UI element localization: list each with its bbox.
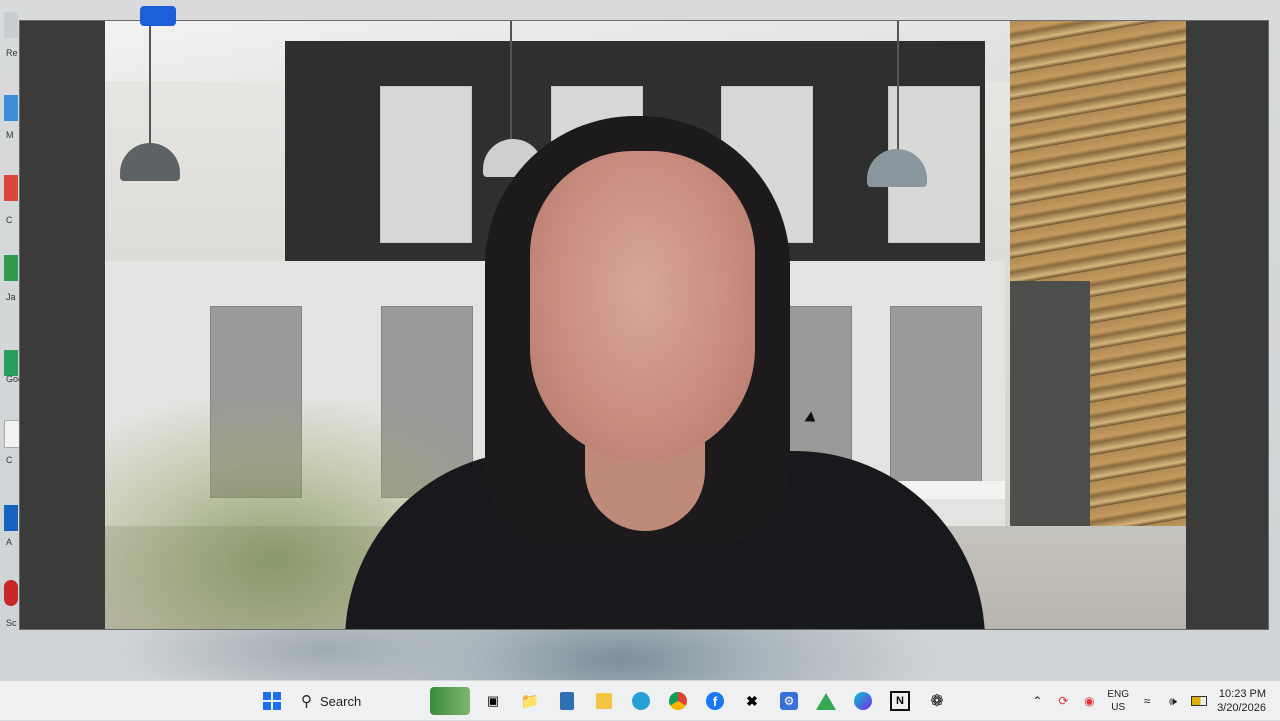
webcam-video bbox=[105, 21, 1186, 629]
chatgpt-icon[interactable]: ❁ bbox=[923, 687, 951, 715]
clock-date: 3/20/2026 bbox=[1217, 702, 1266, 714]
desktop-label: M bbox=[6, 130, 14, 140]
desktop-shortcut-icon[interactable] bbox=[4, 350, 18, 376]
cabinet bbox=[1010, 281, 1090, 551]
file-explorer-icon[interactable]: 📁 bbox=[516, 687, 544, 715]
task-view-icon[interactable]: ▣ bbox=[479, 687, 507, 715]
canva-icon[interactable] bbox=[849, 687, 877, 715]
desktop-label: Ja bbox=[6, 292, 16, 302]
notification-badge-icon[interactable] bbox=[140, 6, 176, 26]
battery-icon[interactable] bbox=[1191, 693, 1208, 709]
door bbox=[890, 306, 982, 498]
camera-window[interactable] bbox=[19, 20, 1269, 630]
desktop-shortcut-icon[interactable] bbox=[4, 580, 18, 606]
security-icon[interactable]: ◉ bbox=[1081, 693, 1097, 709]
wall-panel bbox=[380, 86, 472, 243]
chrome-shortcut-icon[interactable] bbox=[4, 175, 18, 201]
desktop-shortcut-icon[interactable] bbox=[4, 420, 20, 448]
calculator-icon[interactable] bbox=[553, 687, 581, 715]
lamp-cord bbox=[897, 21, 899, 151]
clock-time: 10:23 PM bbox=[1218, 688, 1266, 700]
clock[interactable]: 10:23 PM 3/20/2026 bbox=[1217, 687, 1266, 715]
widgets-icon[interactable] bbox=[430, 687, 470, 715]
language-indicator[interactable]: ENG US bbox=[1107, 688, 1129, 714]
taskbar-apps: ⚲ Search ▣ 📁 f ✖ ⚙ N ❁ bbox=[258, 681, 951, 721]
recycle-bin-icon[interactable] bbox=[4, 12, 18, 38]
desktop-label: C bbox=[6, 455, 13, 465]
volume-icon[interactable]: 🕪 bbox=[1165, 693, 1181, 709]
settings-app-icon[interactable]: ⚙ bbox=[775, 687, 803, 715]
chevron-up-icon[interactable]: ⌃ bbox=[1029, 693, 1045, 709]
region-code: US bbox=[1111, 702, 1126, 713]
lamp-cord bbox=[149, 21, 151, 146]
desktop-label: A bbox=[6, 537, 13, 547]
taskbar-search[interactable]: ⚲ Search bbox=[295, 687, 421, 715]
desktop-shortcut-icon[interactable] bbox=[4, 505, 18, 531]
desktop-shortcut-icon[interactable] bbox=[4, 95, 18, 121]
desktop-label: Sc bbox=[6, 618, 17, 628]
system-tray: ⌃ ⟳ ◉ ENG US ≈ 🕪 10:23 PM 3/20/2026 bbox=[1029, 681, 1266, 721]
chrome-icon[interactable] bbox=[664, 687, 692, 715]
notion-icon[interactable]: N bbox=[886, 687, 914, 715]
wifi-icon[interactable]: ≈ bbox=[1139, 693, 1155, 709]
taskbar: ⚲ Search ▣ 📁 f ✖ ⚙ N ❁ ⌃ ⟳ ◉ ENG US ≈ 🕪 … bbox=[0, 680, 1280, 720]
sticky-notes-icon[interactable] bbox=[590, 687, 618, 715]
sync-icon[interactable]: ⟳ bbox=[1055, 693, 1071, 709]
start-icon[interactable] bbox=[258, 687, 286, 715]
person-face bbox=[530, 151, 755, 461]
language-code: ENG bbox=[1107, 689, 1130, 700]
desktop-label: C bbox=[6, 215, 13, 225]
lamp-cord bbox=[510, 21, 512, 141]
desktop-label: Re bbox=[6, 48, 18, 58]
chrome-shortcut-icon[interactable] bbox=[4, 255, 18, 281]
search-label: Search bbox=[320, 693, 362, 709]
edge-icon[interactable] bbox=[627, 687, 655, 715]
pendant-lamp bbox=[120, 143, 180, 181]
search-icon: ⚲ bbox=[301, 693, 312, 710]
capcut-icon[interactable]: ✖ bbox=[738, 687, 766, 715]
google-drive-icon[interactable] bbox=[812, 687, 840, 715]
facebook-icon[interactable]: f bbox=[701, 687, 729, 715]
